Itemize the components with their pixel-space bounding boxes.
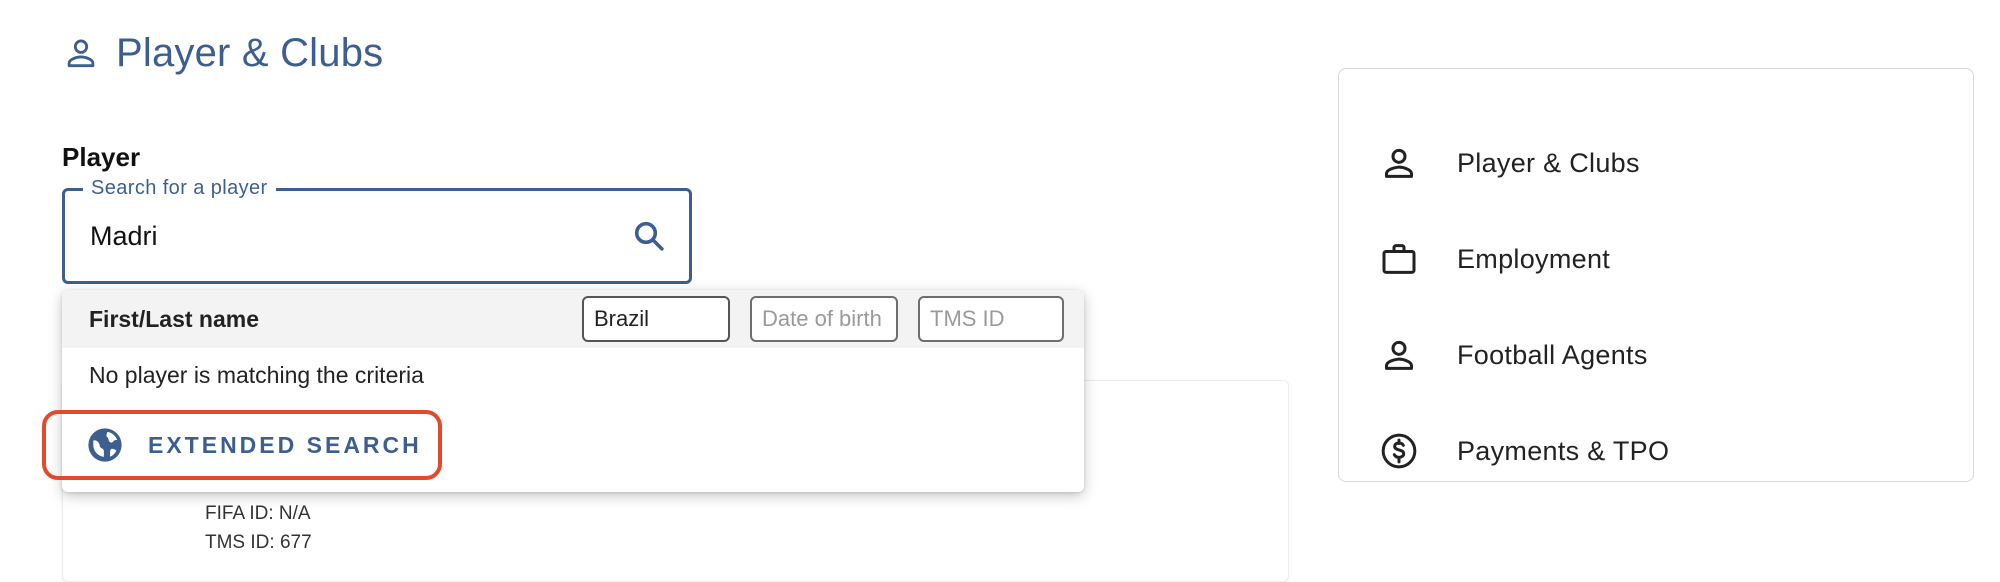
briefcase-icon bbox=[1382, 244, 1416, 274]
nav-item-label: Player & Clubs bbox=[1457, 147, 1640, 178]
fifa-id-text: FIFA ID: N/A bbox=[205, 503, 311, 524]
player-search-field[interactable]: Search for a player Madri bbox=[62, 177, 692, 284]
page-header: Player & Clubs bbox=[62, 26, 383, 80]
search-input[interactable]: Madri bbox=[90, 191, 158, 281]
name-column-label: First/Last name bbox=[89, 306, 259, 332]
search-icon[interactable] bbox=[631, 218, 667, 254]
nav-item-football-agents[interactable]: Football Agents bbox=[1339, 325, 1973, 385]
page-title: Player & Clubs bbox=[116, 30, 384, 75]
date-of-birth-input[interactable] bbox=[750, 296, 898, 342]
extended-search-label: EXTENDED SEARCH bbox=[148, 431, 422, 458]
person-outline-icon bbox=[67, 39, 95, 68]
person-outline-icon bbox=[1385, 148, 1413, 178]
nav-item-payments-tpo[interactable]: Payments & TPO bbox=[1339, 421, 1973, 481]
nav-item-player-clubs[interactable]: Player & Clubs bbox=[1339, 133, 1973, 193]
nav-item-label: Payments & TPO bbox=[1457, 435, 1670, 466]
nationality-filter-input[interactable] bbox=[582, 296, 730, 342]
tms-id-text: TMS ID: 677 bbox=[205, 532, 312, 553]
person-outline-icon bbox=[1385, 340, 1413, 370]
nav-item-employment[interactable]: Employment bbox=[1339, 229, 1973, 289]
no-results-message: No player is matching the criteria bbox=[89, 362, 424, 388]
nav-item-label: Football Agents bbox=[1457, 339, 1648, 370]
nav-item-label: Employment bbox=[1457, 243, 1611, 274]
extended-search-button[interactable]: EXTENDED SEARCH bbox=[42, 410, 442, 480]
globe-icon bbox=[88, 428, 122, 462]
dropdown-header: First/Last name bbox=[62, 290, 1084, 348]
navigation-panel: Player & Clubs Employment Football Agent… bbox=[1338, 68, 1974, 482]
player-section-label: Player bbox=[62, 142, 141, 172]
tms-id-input[interactable] bbox=[918, 296, 1064, 342]
search-results-dropdown: First/Last name No player is matching th… bbox=[42, 290, 1084, 492]
dollar-circle-icon bbox=[1381, 433, 1417, 469]
